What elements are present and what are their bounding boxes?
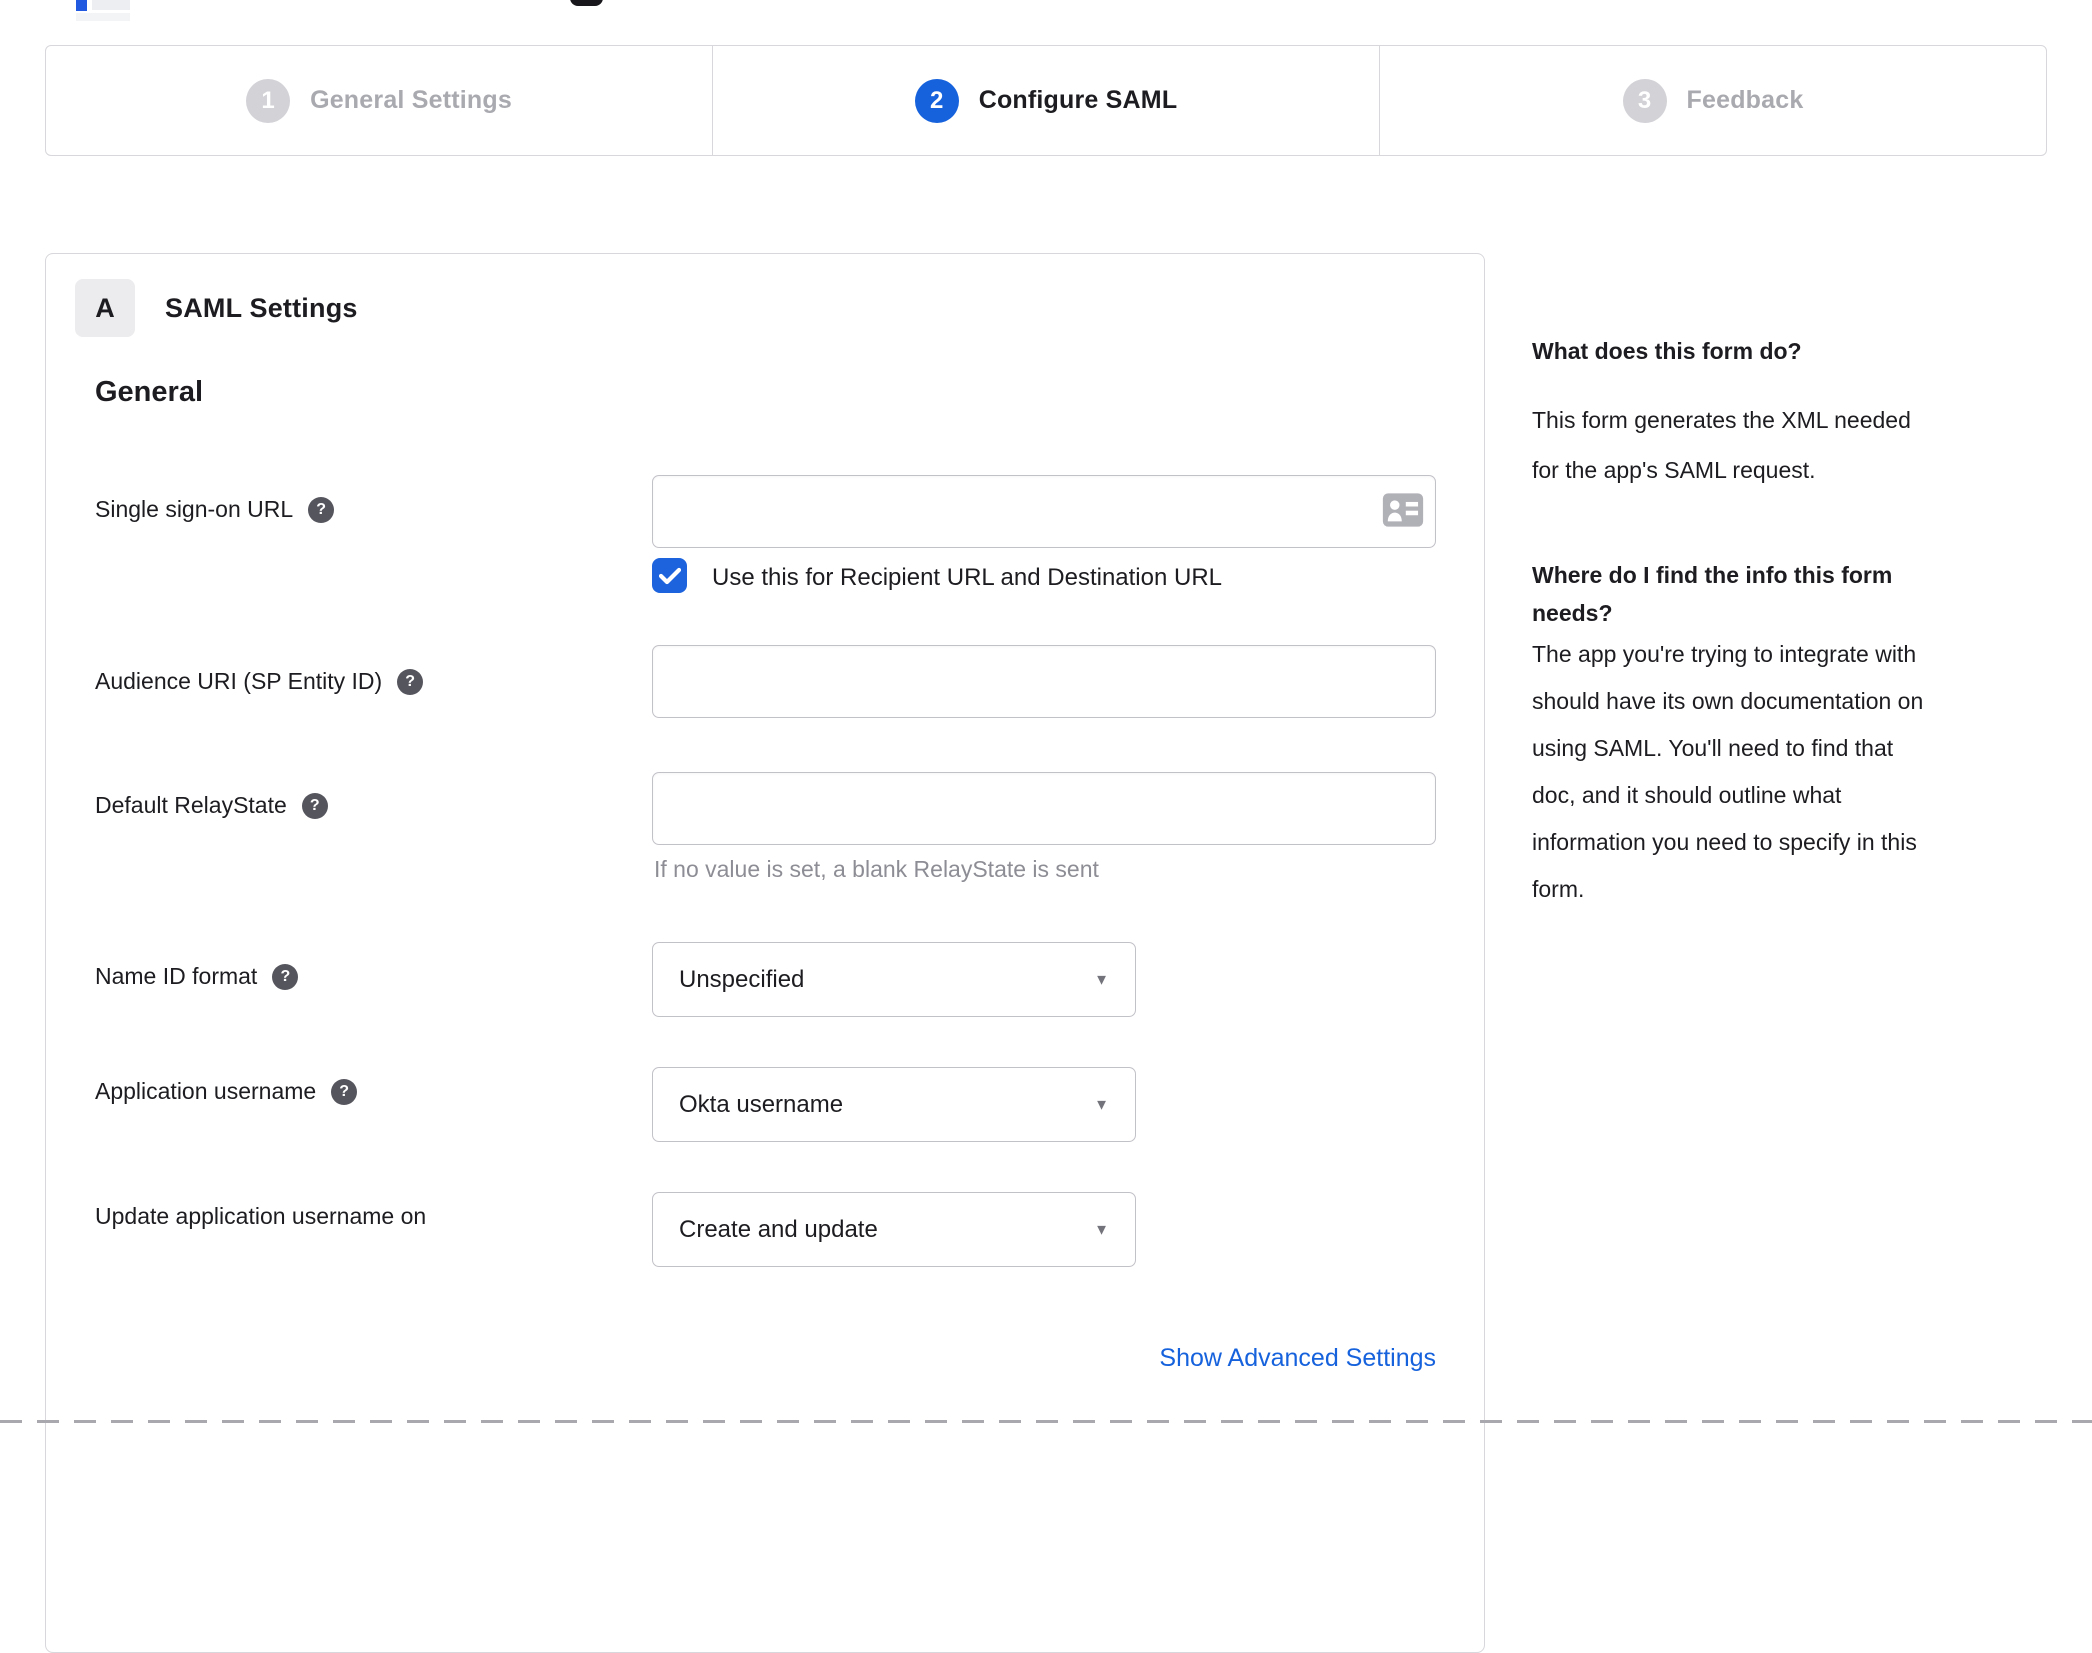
wizard-stepper: 1 General Settings 2 Configure SAML 3 Fe…: [45, 45, 2047, 156]
sidebar-paragraph-line: using SAML. You'll need to find that: [1532, 735, 1894, 761]
help-icon[interactable]: ?: [308, 496, 335, 523]
update-username-value: Create and update: [679, 1215, 878, 1243]
step-label: Feedback: [1686, 86, 1804, 114]
show-advanced-settings-link[interactable]: Show Advanced Settings: [1114, 1344, 1436, 1373]
step-number-badge: 3: [1622, 78, 1667, 123]
cut-off-icon-fragment: [570, 0, 603, 6]
help-icon[interactable]: ?: [397, 668, 424, 695]
nameid-label-row: Name ID format ?: [95, 963, 299, 990]
nameid-format-value: Unspecified: [679, 965, 805, 993]
cut-off-logo-fragment: [76, 0, 87, 11]
sso-url-label-row: Single sign-on URL ?: [95, 496, 335, 523]
step-configure-saml[interactable]: 2 Configure SAML: [713, 46, 1380, 155]
sso-url-input[interactable]: [652, 475, 1436, 548]
app-username-label-row: Application username ?: [95, 1078, 358, 1105]
chevron-down-icon: ▼: [1094, 1096, 1109, 1113]
step-number-badge: 2: [914, 78, 959, 123]
step-general-settings[interactable]: 1 General Settings: [46, 46, 713, 155]
sidebar-paragraph-line: should have its own documentation on: [1532, 688, 1924, 714]
step-label: General Settings: [310, 86, 512, 114]
sidebar-paragraph-line: This form generates the XML needed: [1532, 407, 1911, 433]
help-icon[interactable]: ?: [301, 792, 328, 819]
nameid-format-select[interactable]: Unspecified ▼: [652, 942, 1136, 1017]
sidebar-paragraph-line: The app you're trying to integrate with: [1532, 641, 1917, 667]
section-a-badge: A: [75, 279, 135, 337]
cut-off-title-fragment: [92, 0, 130, 10]
sso-url-label: Single sign-on URL: [95, 496, 294, 522]
sidebar-paragraph-line: form.: [1532, 876, 1585, 902]
audience-uri-label: Audience URI (SP Entity ID): [95, 668, 383, 694]
relaystate-hint: If no value is set, a blank RelayState i…: [654, 856, 1099, 882]
help-icon[interactable]: ?: [331, 1078, 358, 1105]
app-username-select[interactable]: Okta username ▼: [652, 1067, 1136, 1142]
app-username-value: Okta username: [679, 1090, 844, 1118]
audience-uri-input[interactable]: [652, 645, 1436, 718]
sidebar-heading-where-2: needs?: [1532, 600, 1613, 626]
panel-title: SAML Settings: [165, 293, 358, 323]
general-section-heading: General: [95, 376, 203, 408]
nameid-format-label: Name ID format: [95, 963, 258, 989]
update-username-label: Update application username on: [95, 1203, 427, 1229]
audience-uri-label-row: Audience URI (SP Entity ID) ?: [95, 668, 424, 695]
relaystate-input[interactable]: [652, 772, 1436, 845]
relaystate-label-row: Default RelayState ?: [95, 792, 328, 819]
help-icon[interactable]: ?: [272, 963, 299, 990]
step-label: Configure SAML: [978, 86, 1178, 114]
chevron-down-icon: ▼: [1094, 1221, 1109, 1238]
update-username-label-row: Update application username on: [95, 1203, 426, 1230]
contact-card-icon: [1382, 493, 1424, 527]
sidebar-heading-what: What does this form do?: [1532, 338, 1802, 364]
sidebar-paragraph-line: information you need to specify in this: [1532, 829, 1917, 855]
update-username-select[interactable]: Create and update ▼: [652, 1192, 1136, 1267]
recipient-url-checkbox[interactable]: [652, 558, 687, 593]
bottom-dashed-divider: [0, 1420, 2092, 1423]
recipient-url-checkbox-label: Use this for Recipient URL and Destinati…: [712, 564, 1223, 591]
relaystate-label: Default RelayState: [95, 792, 287, 818]
step-number-badge: 1: [246, 78, 291, 123]
sidebar-paragraph-line: for the app's SAML request.: [1532, 457, 1816, 483]
cut-off-title-fragment-2: [76, 13, 130, 21]
step-feedback[interactable]: 3 Feedback: [1380, 46, 2046, 155]
sidebar-heading-where: Where do I find the info this form: [1532, 562, 1893, 588]
chevron-down-icon: ▼: [1094, 971, 1109, 988]
checkmark-icon: [658, 567, 681, 584]
sidebar-paragraph-line: doc, and it should outline what: [1532, 782, 1842, 808]
app-username-label: Application username: [95, 1078, 317, 1104]
